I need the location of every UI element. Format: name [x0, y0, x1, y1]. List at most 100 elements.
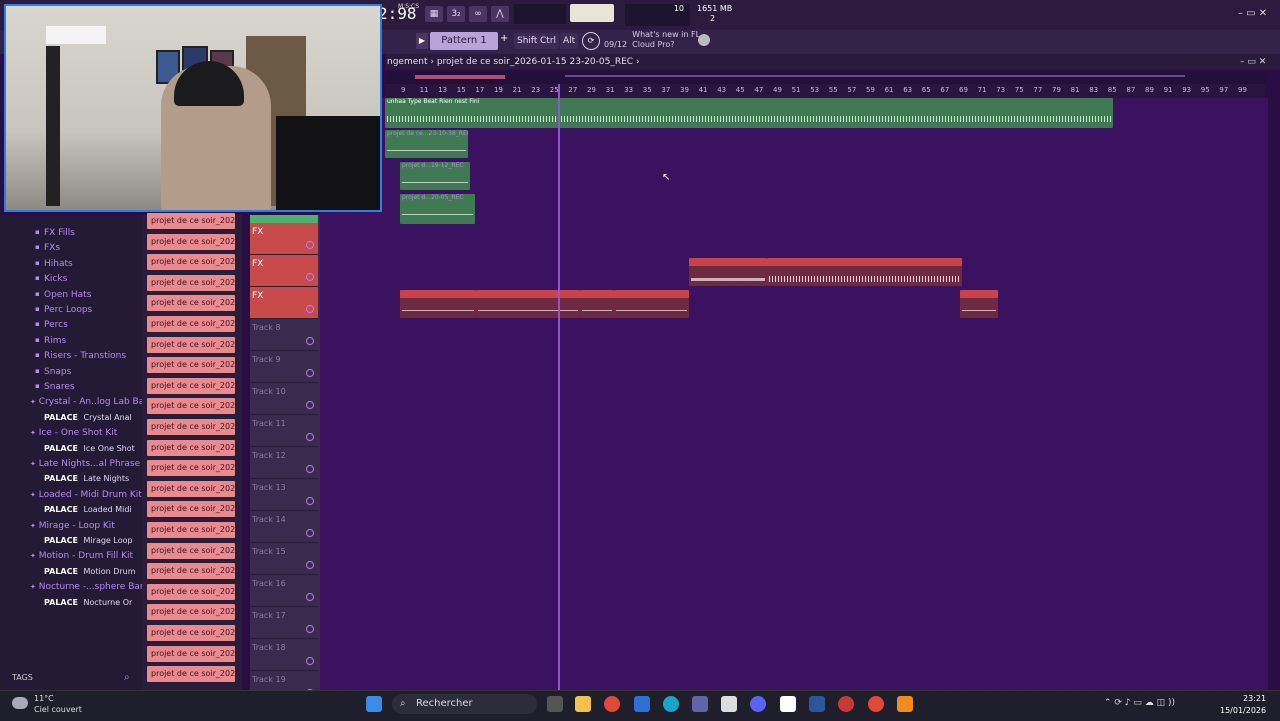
taskbar-search[interactable]: ⌕ Rechercher	[392, 694, 537, 714]
globe-icon[interactable]	[698, 34, 710, 46]
audio-clip[interactable]: projet de ce...23-10-38_REC	[385, 130, 468, 158]
fl-studio-icon[interactable]	[897, 696, 913, 712]
add-pattern-icon[interactable]: +	[500, 33, 508, 44]
track-header[interactable]: Track 13	[250, 479, 318, 511]
track-header[interactable]: Track 14	[250, 511, 318, 543]
track-header[interactable]: FX	[250, 287, 318, 319]
step-edit-icon[interactable]: 3₂	[447, 6, 465, 22]
browser-pack[interactable]: ✦ Crystal - An..log Lab Bank	[30, 397, 155, 407]
loop-record-icon[interactable]: ∞	[469, 6, 487, 22]
audio-clip[interactable]: projet de ce s...5 22-44-30_REC	[476, 290, 580, 318]
window-controls[interactable]: – ▭ ✕	[1238, 8, 1267, 19]
track-mute-icon[interactable]	[306, 657, 314, 665]
track-mute-icon[interactable]	[306, 273, 314, 281]
edge-icon[interactable]	[663, 696, 679, 712]
audio-clip[interactable]: pr..._REC	[960, 290, 998, 318]
picker-clip[interactable]: projet de ce soir_2026-0...	[147, 398, 235, 415]
browser-folder[interactable]: ▪ Hihats	[35, 259, 73, 269]
track-header[interactable]: Track 15	[250, 543, 318, 575]
track-mute-icon[interactable]	[306, 433, 314, 441]
browser-sample-pack[interactable]: PALACE Late Nights	[44, 474, 129, 483]
track-header[interactable]: Track 8	[250, 319, 318, 351]
picker-clip[interactable]: projet de ce soir_2026-0...	[147, 336, 235, 353]
browser-sample-pack[interactable]: PALACE Mirage Loop	[44, 536, 133, 545]
picker-clip[interactable]: projet de ce soir_2026-0...	[147, 233, 235, 250]
visual-studio-code-icon[interactable]	[634, 696, 650, 712]
track-header[interactable]: Track 18	[250, 639, 318, 671]
browser-folder[interactable]: ▪ Percs	[35, 320, 68, 330]
browser-folder[interactable]: ▪ Open Hats	[35, 290, 91, 300]
timeline-ruler[interactable]: 9 11 13 15 17 19 21 23 25 27 29 31 33 35 37 39 41 43 45 47 4…	[385, 84, 1265, 98]
news-icon[interactable]: ⟳	[582, 32, 600, 50]
playlist-overview-scrollbar[interactable]	[385, 72, 1265, 84]
browser-folder[interactable]: ▪ Snaps	[35, 367, 71, 377]
browser-pack[interactable]: ✦ Motion - Drum Fill Kit	[30, 551, 133, 561]
discord-icon[interactable]	[750, 696, 766, 712]
browser-pack[interactable]: ✦ Ice - One Shot Kit	[30, 428, 117, 438]
word-icon[interactable]	[809, 696, 825, 712]
file-explorer-icon[interactable]	[575, 696, 591, 712]
picker-clip[interactable]: projet de ce soir_2026-0...	[147, 295, 235, 312]
pattern-selector[interactable]: Pattern 1	[430, 32, 498, 50]
picker-clip[interactable]: projet de ce soir_2026-0...	[147, 480, 235, 497]
breadcrumb-root[interactable]: ngement	[387, 57, 428, 67]
alt-key-button[interactable]: Alt	[560, 33, 579, 49]
track-header[interactable]: FX	[250, 255, 318, 287]
weather-icon[interactable]	[12, 697, 28, 709]
picker-clip[interactable]: projet de ce soir_2026-0...	[147, 604, 235, 621]
audio-clip[interactable]: projet d...-42-17_REC	[400, 290, 476, 318]
track-mute-icon[interactable]	[306, 337, 314, 345]
browser-folder[interactable]: ▪ Perc Loops	[35, 305, 92, 315]
system-clock[interactable]: 23:21 15/01/2026	[1220, 693, 1266, 717]
audio-clip[interactable]: projet d...19-12_REC	[400, 162, 470, 190]
browser-sample-pack[interactable]: PALACE Loaded Midi	[44, 505, 132, 514]
picker-clip[interactable]: projet de ce soir_2026-0...	[147, 377, 235, 394]
track-mute-icon[interactable]	[306, 305, 314, 313]
track-header[interactable]: FX	[250, 223, 318, 255]
audio-clip[interactable]: projet d...20-05_REC	[400, 194, 475, 224]
playlist-window-controls[interactable]: – ▭ ✕	[1240, 57, 1266, 67]
track-header[interactable]: Track 9	[250, 351, 318, 383]
browser-sample-pack[interactable]: PALACE Crystal Anal	[44, 413, 132, 422]
news-panel[interactable]: 09/12 What's new in FL Cloud Pro?	[604, 30, 712, 50]
chrome-profile-icon[interactable]	[868, 696, 884, 712]
browser-pack[interactable]: ✦ Late Nights...al Phrase Kit	[30, 459, 155, 469]
audio-clip[interactable]: projet d...-51-00_REC	[614, 290, 689, 318]
picker-clip[interactable]: projet de ce soir_2026-0...	[147, 645, 235, 662]
master-volume-meter[interactable]	[570, 4, 614, 22]
audio-clip[interactable]: projet de ce soir_2026-01-15 22-58-41_RE…	[767, 258, 962, 286]
picker-clip[interactable]: projet de ce soir_2026-0...	[147, 357, 235, 374]
track-header[interactable]: Track 16	[250, 575, 318, 607]
metronome-icon[interactable]: ⋀	[491, 6, 509, 22]
browser-pack[interactable]: ✦ Mirage - Loop Kit	[30, 521, 115, 531]
browser-sample-pack[interactable]: PALACE Ice One Shot	[44, 444, 135, 453]
picker-clip[interactable]: projet de ce soir_2026-0...	[147, 419, 235, 435]
playhead[interactable]	[558, 84, 560, 690]
track-mute-icon[interactable]	[306, 465, 314, 473]
track-mute-icon[interactable]	[306, 497, 314, 505]
track-mute-icon[interactable]	[306, 625, 314, 633]
audio-clip[interactable]: unhaa Type Beat Rien nest Fini	[385, 98, 1113, 128]
browser-folder[interactable]: ▪ Risers - Transtions	[35, 351, 126, 361]
track-mute-icon[interactable]	[306, 401, 314, 409]
typing-keyboard-icon[interactable]: ▦	[425, 6, 443, 22]
breadcrumb-file[interactable]: projet de ce soir_2026-01-15 23-20-05_RE…	[437, 57, 633, 67]
picker-clip[interactable]: projet de ce soir_2026-0...	[147, 274, 235, 291]
track-mute-icon[interactable]	[306, 241, 314, 249]
track-mute-icon[interactable]	[306, 561, 314, 569]
browser-pack[interactable]: ✦ Loaded - Midi Drum Kit	[30, 490, 142, 500]
picker-clip[interactable]: projet de ce soir_2026-0...	[147, 501, 235, 518]
browser-sample-pack[interactable]: PALACE Motion Drum	[44, 567, 136, 576]
weather-widget[interactable]: 11°C Ciel couvert	[34, 693, 82, 715]
browser-folder[interactable]: ▪ Rims	[35, 336, 66, 346]
picker-clip[interactable]: projet de ce soir_2026-0...	[147, 542, 235, 559]
store-icon[interactable]	[721, 696, 737, 712]
task-view-icon[interactable]	[547, 696, 563, 712]
tags-label[interactable]: TAGS	[12, 673, 33, 682]
track-mute-icon[interactable]	[306, 369, 314, 377]
audio-clip[interactable]: projet de...-53-25_REC	[689, 258, 767, 286]
picker-clip[interactable]: projet de ce soir_2026-0...	[147, 583, 235, 600]
track-header[interactable]: Track 11	[250, 415, 318, 447]
picker-clip[interactable]: projet de ce soir_2026-0...	[147, 254, 235, 271]
picker-clip[interactable]: projet de ce soir_2026-0...	[147, 625, 235, 641]
